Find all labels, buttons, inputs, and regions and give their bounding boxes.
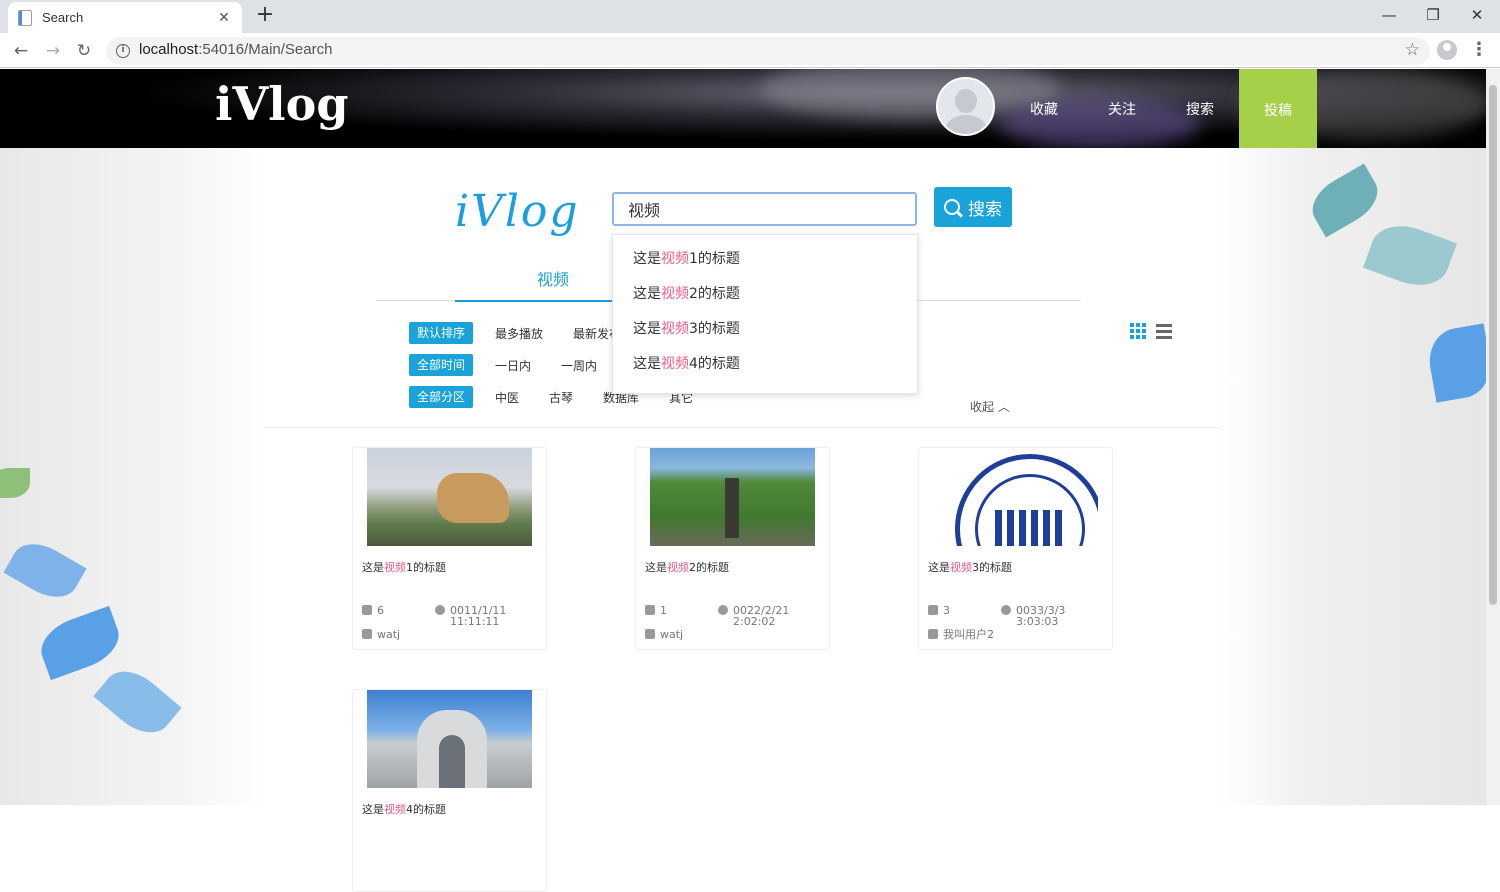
browser-tab[interactable]: Search ✕ xyxy=(8,2,242,33)
decor-leaf xyxy=(33,605,127,681)
user-avatar[interactable] xyxy=(936,77,995,136)
video-thumbnail[interactable] xyxy=(650,448,815,546)
bookmark-star-icon[interactable]: ☆ xyxy=(1405,40,1420,60)
decor-leaf xyxy=(1363,215,1457,296)
menu-dots-icon[interactable]: ⋮ xyxy=(1470,39,1488,60)
tab-title: Search xyxy=(42,10,84,25)
reload-icon[interactable]: ↻ xyxy=(71,38,97,64)
video-thumbnail[interactable] xyxy=(367,690,532,788)
page-scrollbar[interactable] xyxy=(1486,69,1500,805)
video-title[interactable]: 这是视频4的标题 xyxy=(362,801,446,817)
suggestion-item[interactable]: 这是视频2的标题 xyxy=(613,277,917,312)
gate-arch xyxy=(439,735,465,788)
zone-guqin[interactable]: 古琴 xyxy=(549,389,573,406)
sort-default-chip[interactable]: 默认排序 xyxy=(409,322,474,344)
clock-icon xyxy=(718,605,728,615)
video-title[interactable]: 这是视频3的标题 xyxy=(928,559,1012,575)
author[interactable]: 我叫用户2 xyxy=(928,629,994,640)
play-count: 6 xyxy=(362,605,384,616)
author[interactable]: watj xyxy=(362,629,400,640)
video-thumbnail[interactable] xyxy=(933,448,1098,546)
decor-leaf xyxy=(1424,323,1496,403)
publish-time: 0011/1/11 11:11:11 xyxy=(435,605,506,627)
suggestion-dropdown: 这是视频1的标题 这是视频2的标题 这是视频3的标题 这是视频4的标题 xyxy=(612,234,918,394)
search-icon xyxy=(944,199,960,215)
publish-time: 0022/2/21 2:02:02 xyxy=(718,605,789,627)
play-icon xyxy=(362,605,372,615)
info-icon[interactable]: i xyxy=(116,44,130,58)
video-title[interactable]: 这是视频2的标题 xyxy=(645,559,729,575)
video-card[interactable]: 这是视频2的标题 1 0022/2/21 2:02:02 watj xyxy=(635,447,830,650)
collapse-toggle[interactable]: 收起 ︿ xyxy=(970,398,1010,415)
video-card[interactable]: 这是视频4的标题 xyxy=(352,689,547,892)
scrollbar-thumb[interactable] xyxy=(1489,85,1497,605)
video-card[interactable]: 这是视频1的标题 6 0011/1/11 11:11:11 watj xyxy=(352,447,547,650)
time-week[interactable]: 一周内 xyxy=(561,357,597,374)
nav-search[interactable]: 搜索 xyxy=(1186,99,1214,119)
search-button[interactable]: 搜索 xyxy=(934,187,1012,227)
emblem-figure xyxy=(995,510,1065,546)
zone-tcm[interactable]: 中医 xyxy=(495,389,519,406)
time-day[interactable]: 一日内 xyxy=(495,357,531,374)
play-count: 1 xyxy=(645,605,667,616)
video-thumbnail[interactable] xyxy=(367,448,532,546)
clock-icon xyxy=(435,605,445,615)
page-icon xyxy=(18,9,32,26)
sort-most-played[interactable]: 最多播放 xyxy=(495,325,543,342)
close-tab-icon[interactable]: ✕ xyxy=(216,10,232,26)
url-text[interactable]: localhost:54016/Main/Search xyxy=(139,41,332,58)
omnibox[interactable]: i localhost:54016/Main/Search ☆ xyxy=(106,37,1430,65)
close-window-button[interactable]: ✕ xyxy=(1454,0,1500,32)
search-logo: iVlog xyxy=(455,186,580,237)
publish-time: 0033/3/3 3:03:03 xyxy=(1001,605,1065,627)
time-all-chip[interactable]: 全部时间 xyxy=(409,354,474,376)
video-title[interactable]: 这是视频1的标题 xyxy=(362,559,446,575)
statue-shape xyxy=(725,478,739,538)
maximize-button[interactable]: ❐ xyxy=(1410,0,1456,32)
decor-leaf xyxy=(93,659,182,745)
decor-leaf xyxy=(3,533,87,608)
site-logo[interactable]: iVlog xyxy=(215,77,349,131)
decor-leaf xyxy=(1303,163,1387,238)
play-icon xyxy=(645,605,655,615)
browser-tab-strip: Search ✕ + — ❐ ✕ xyxy=(0,0,1500,33)
forward-arrow-icon[interactable]: → xyxy=(40,38,66,64)
new-tab-button[interactable]: + xyxy=(253,3,277,29)
back-arrow-icon[interactable]: ← xyxy=(8,38,34,64)
list-view-icon[interactable] xyxy=(1156,323,1172,339)
play-icon xyxy=(928,605,938,615)
suggestion-item[interactable]: 这是视频3的标题 xyxy=(613,312,917,347)
author[interactable]: watj xyxy=(645,629,683,640)
stone-shape xyxy=(437,473,509,523)
nav-follow[interactable]: 关注 xyxy=(1108,99,1136,119)
video-card[interactable]: 这是视频3的标题 3 0033/3/3 3:03:03 我叫用户2 xyxy=(918,447,1113,650)
profile-avatar-icon[interactable] xyxy=(1437,40,1457,60)
search-button-label: 搜索 xyxy=(968,199,1002,220)
user-icon xyxy=(928,629,938,639)
user-icon xyxy=(362,629,372,639)
nav-favorites[interactable]: 收藏 xyxy=(1030,99,1058,119)
play-count: 3 xyxy=(928,605,950,616)
decor-leaf xyxy=(0,468,30,498)
minimize-button[interactable]: — xyxy=(1366,0,1412,32)
user-icon xyxy=(645,629,655,639)
suggestion-item[interactable]: 这是视频1的标题 xyxy=(613,242,917,277)
grid-view-icon[interactable] xyxy=(1130,323,1146,339)
clock-icon xyxy=(1001,605,1011,615)
suggestion-item[interactable]: 这是视频4的标题 xyxy=(613,347,917,382)
time-filter-row: 全部时间 一日内 一周内 xyxy=(409,354,627,376)
chevron-up-icon: ︿ xyxy=(997,400,1010,414)
zone-all-chip[interactable]: 全部分区 xyxy=(409,386,474,408)
submit-video-button[interactable]: 投稿 xyxy=(1239,69,1317,156)
filter-divider xyxy=(263,427,1221,428)
search-input[interactable] xyxy=(612,192,917,226)
address-bar-row: ← → ↻ i localhost:54016/Main/Search ☆ ⋮ xyxy=(0,33,1500,68)
